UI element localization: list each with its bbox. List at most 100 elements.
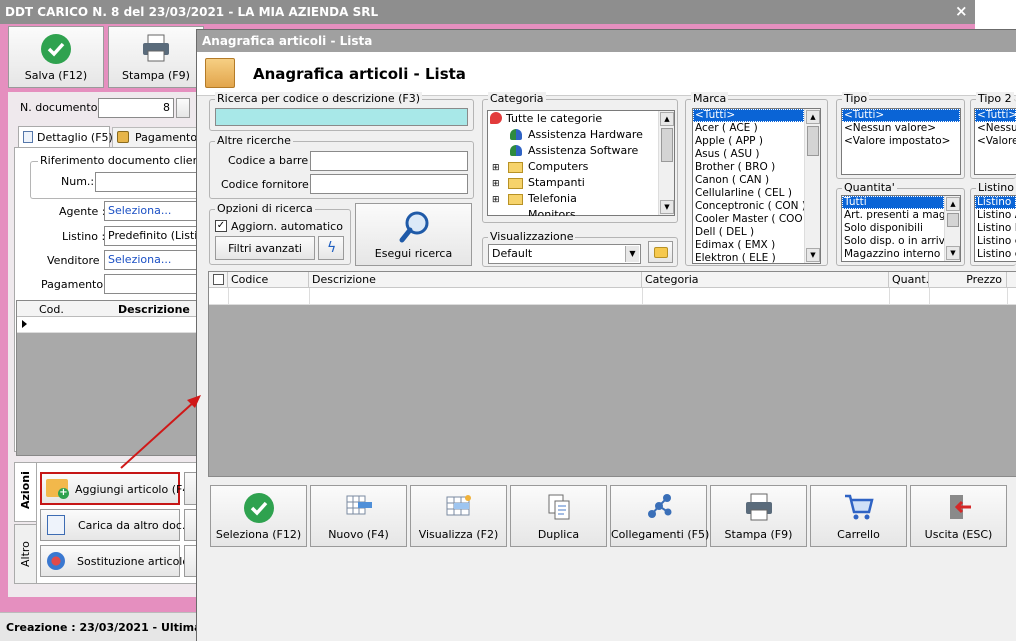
listino-select[interactable]: Predefinito (Listino	[104, 226, 198, 246]
qty-item[interactable]: Solo disponibili	[842, 222, 960, 235]
tab-azioni[interactable]: Azioni	[14, 462, 36, 522]
type2-list[interactable]: <Tutti> <Nessun <Valore	[974, 108, 1016, 175]
new-button-label: Nuovo (F4)	[328, 528, 389, 541]
qty-item[interactable]: Art. presenti a magaz	[842, 209, 960, 222]
cart-button[interactable]: Carrello	[810, 485, 907, 547]
advanced-filters-button[interactable]: Filtri avanzati	[215, 236, 315, 260]
table-row[interactable]	[209, 288, 1016, 305]
supplier-code-field[interactable]	[310, 174, 468, 194]
other-search-title: Altre ricerche	[215, 134, 293, 147]
category-item-phones[interactable]: Telefonia	[528, 192, 577, 205]
listino-item[interactable]: Listino a	[975, 196, 1016, 209]
grid-cod-header[interactable]: Cod.	[39, 303, 64, 316]
col-description[interactable]: Descrizione	[309, 272, 642, 288]
brand-list[interactable]: <Tutti> Acer ( ACE ) Apple ( APP ) Asus …	[692, 108, 821, 264]
col-quantity[interactable]: Quant.	[889, 272, 929, 288]
checkmark-icon: ✓	[216, 220, 226, 231]
table-row[interactable]	[17, 317, 199, 333]
barcode-label: Codice a barre :	[228, 154, 316, 167]
col-price[interactable]: Prezzo	[929, 272, 1007, 288]
brand-item[interactable]: Conceptronic ( CON )	[693, 200, 820, 213]
brand-item[interactable]: Edimax ( EMX )	[693, 239, 820, 252]
auto-update-checkbox[interactable]: ✓	[215, 220, 227, 232]
listino-item[interactable]: Listino A	[975, 209, 1016, 222]
listino-item[interactable]: Listino c	[975, 248, 1016, 261]
category-item-sw[interactable]: Assistenza Software	[528, 144, 638, 157]
brand-scrollbar[interactable]: ▲ ▼	[804, 109, 820, 263]
expand-icon[interactable]: ⊞	[492, 195, 500, 205]
view-button[interactable]: Visualizza (F2)	[410, 485, 507, 547]
payment-select[interactable]	[104, 274, 198, 294]
listino-item[interactable]: Listino e	[975, 235, 1016, 248]
type2-item[interactable]: <Nessun	[975, 122, 1016, 135]
chevron-down-icon[interactable]: ▼	[625, 246, 639, 262]
type2-item[interactable]: <Valore	[975, 135, 1016, 148]
brand-item[interactable]: Cellularline ( CEL )	[693, 187, 820, 200]
replace-article-button[interactable]: Sostituzione articolo	[40, 545, 189, 577]
brand-item[interactable]: Acer ( ACE )	[693, 122, 820, 135]
print-list-button[interactable]: Stampa (F9)	[710, 485, 807, 547]
type-item[interactable]: <Nessun valore>	[842, 122, 960, 135]
brand-item[interactable]: Apple ( APP )	[693, 135, 820, 148]
select-button[interactable]: Seleziona (F12)	[210, 485, 307, 547]
select-all-cell[interactable]	[209, 272, 228, 288]
results-grid[interactable]: Codice Descrizione Categoria Quant. Prez…	[208, 271, 1016, 477]
col-category[interactable]: Categoria	[642, 272, 889, 288]
brand-item[interactable]: Cooler Master ( COO )	[693, 213, 820, 226]
links-button[interactable]: Collegamenti (F5)	[610, 485, 709, 547]
category-item-hw[interactable]: Assistenza Hardware	[528, 128, 643, 141]
save-button[interactable]: Salva (F12)	[8, 26, 104, 88]
category-item-monitors[interactable]: Monitors	[528, 208, 576, 216]
listino-list[interactable]: Listino a Listino A Listino M Listino e …	[974, 195, 1016, 262]
num-field[interactable]	[95, 172, 198, 192]
brand-item[interactable]: Elektron ( ELE )	[693, 252, 820, 263]
type-item[interactable]: <Tutti>	[842, 109, 960, 122]
tab-payment[interactable]: Pagamento	[112, 127, 198, 147]
col-code[interactable]: Codice	[228, 272, 309, 288]
doc-number-value: 8	[163, 101, 170, 114]
qty-list[interactable]: Tutti Art. presenti a magaz Solo disponi…	[841, 195, 961, 262]
select-all-checkbox[interactable]	[213, 274, 224, 285]
category-scrollbar[interactable]: ▲ ▼	[658, 111, 674, 215]
brand-item[interactable]: <Tutti>	[693, 109, 804, 122]
options-title: Opzioni di ricerca	[215, 202, 315, 215]
new-button[interactable]: Nuovo (F4)	[310, 485, 407, 547]
brand-item[interactable]: Dell ( DEL )	[693, 226, 820, 239]
doc-number-spin[interactable]	[176, 98, 190, 118]
close-icon[interactable]: ×	[955, 2, 968, 20]
exit-button[interactable]: Uscita (ESC)	[910, 485, 1007, 547]
tab-detail[interactable]: Dettaglio (F5)	[18, 126, 113, 148]
brand-item[interactable]: Canon ( CAN )	[693, 174, 820, 187]
visual-folder-button[interactable]	[648, 241, 673, 263]
doc-number-field[interactable]: 8	[98, 98, 174, 118]
category-item-all[interactable]: Tutte le categorie	[506, 112, 602, 125]
type2-item[interactable]: <Tutti>	[975, 109, 1016, 122]
seller-select[interactable]: Seleziona...	[104, 250, 198, 270]
qty-scrollbar[interactable]: ▲ ▼	[944, 196, 960, 261]
expand-icon[interactable]: ⊞	[492, 179, 500, 189]
qty-item[interactable]: Magazzino interno	[842, 248, 960, 261]
search-input[interactable]	[215, 108, 468, 126]
lightning-button[interactable]: ϟ	[318, 236, 344, 260]
listino-item[interactable]: Listino M	[975, 222, 1016, 235]
category-item-printers[interactable]: Stampanti	[528, 176, 585, 189]
exit-door-icon	[949, 495, 971, 519]
add-article-button[interactable]: + Aggiungi articolo (F4)	[40, 472, 194, 505]
grid-desc-header[interactable]: Descrizione	[118, 303, 190, 316]
category-item-computers[interactable]: Computers	[528, 160, 588, 173]
brand-item[interactable]: Asus ( ASU )	[693, 148, 820, 161]
execute-search-button[interactable]: Esegui ricerca	[355, 203, 472, 266]
duplicate-button[interactable]: Duplica	[510, 485, 607, 547]
brand-item[interactable]: Brother ( BRO )	[693, 161, 820, 174]
visual-select[interactable]: Default ▼	[488, 244, 641, 264]
type-item[interactable]: <Valore impostato>	[842, 135, 960, 148]
print-button[interactable]: Stampa (F9)	[108, 26, 204, 88]
qty-item[interactable]: Solo disp. o in arrivo	[842, 235, 960, 248]
type-list[interactable]: <Tutti> <Nessun valore> <Valore impostat…	[841, 108, 961, 175]
agent-select[interactable]: Seleziona...	[104, 201, 198, 221]
load-other-doc-button[interactable]: Carica da altro doc.	[40, 509, 185, 541]
expand-icon[interactable]: ⊞	[492, 163, 500, 173]
tab-altro[interactable]: Altro	[14, 524, 36, 584]
qty-item[interactable]: Tutti	[842, 196, 944, 209]
barcode-field[interactable]	[310, 151, 468, 171]
